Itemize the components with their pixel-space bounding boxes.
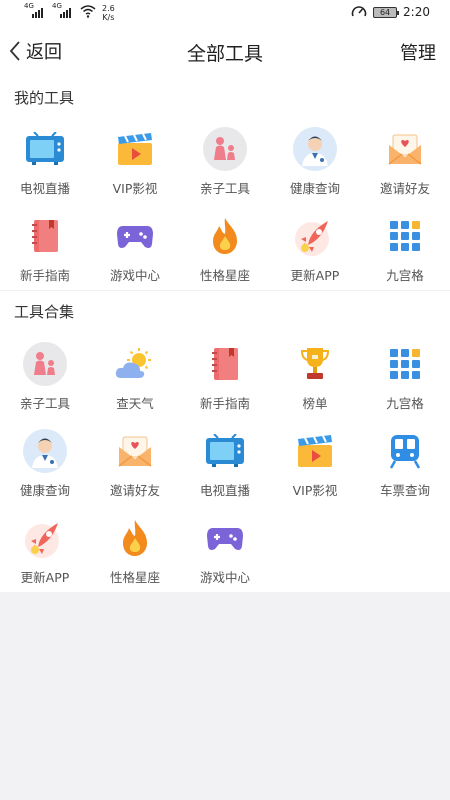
collection-tool-label: 游戏中心: [199, 570, 250, 585]
wifi-icon: [80, 5, 96, 18]
my-tool-tile[interactable]: 邀请好友: [360, 118, 450, 205]
collection-tool-tile[interactable]: 游戏中心: [180, 507, 270, 594]
my-tools-grid: 电视直播 VIP影视 亲子工具 健康查询 邀请好友新手指南 游戏中心 性格星座 更新APP 九宫…: [0, 118, 450, 292]
signal-icon: 4G: [52, 2, 76, 18]
collection-tool-tile[interactable]: 电视直播: [180, 420, 270, 507]
my-tool-tile[interactable]: 性格星座: [180, 205, 270, 292]
nav-bar: 返回 全部工具 管理: [0, 30, 450, 72]
collection-tool-label: 电视直播: [199, 483, 250, 498]
parent-child-icon: [22, 341, 68, 387]
my-tool-label: VIP影视: [112, 181, 158, 196]
my-tool-label: 性格星座: [199, 268, 250, 283]
tools-page: 4G 4G 2.6 K/s 64 2:20 返回 全部工具 管理 我的工具 电视…: [0, 0, 450, 800]
battery-icon: 64: [373, 6, 400, 18]
parent-child-icon: [202, 126, 248, 172]
collection-tool-label: 车票查询: [379, 483, 430, 498]
status-left: 4G 4G 2.6 K/s: [24, 2, 115, 22]
my-tool-label: 健康查询: [289, 181, 340, 196]
my-tool-tile[interactable]: 电视直播: [0, 118, 90, 205]
my-tool-tile[interactable]: VIP影视: [90, 118, 180, 205]
collection-tool-tile[interactable]: 新手指南: [180, 333, 270, 420]
invite-envelope-icon: [382, 126, 428, 172]
weather-icon: [112, 341, 158, 387]
collection-tool-label: 更新APP: [20, 570, 70, 585]
nine-grid-icon: [382, 213, 428, 259]
collection-tool-tile[interactable]: 性格星座: [90, 507, 180, 594]
signal-icon: 4G: [24, 2, 48, 18]
rocket-icon: [22, 515, 68, 561]
my-tool-label: 亲子工具: [199, 181, 250, 196]
collection-tool-tile[interactable]: 车票查询: [360, 420, 450, 507]
guide-book-icon: [202, 341, 248, 387]
my-tool-label: 游戏中心: [109, 268, 160, 283]
tool-collection-grid: 亲子工具 查天气 新手指南 榜单 九宫格健康查询 邀请好友 电视直播 VIP影视 车票查询更新A…: [0, 333, 450, 594]
my-tool-tile[interactable]: 更新APP: [270, 205, 360, 292]
trophy-icon: [292, 341, 338, 387]
my-tool-label: 更新APP: [290, 268, 340, 283]
train-ticket-icon: [382, 428, 428, 474]
my-tools-title: 我的工具: [14, 89, 75, 107]
collection-tool-label: 邀请好友: [109, 483, 160, 498]
collection-tool-label: 性格星座: [109, 570, 160, 585]
video-clapper-icon: [292, 428, 338, 474]
my-tool-tile[interactable]: 健康查询: [270, 118, 360, 205]
my-tool-label: 邀请好友: [379, 181, 430, 196]
invite-envelope-icon: [112, 428, 158, 474]
fire-icon: [202, 213, 248, 259]
collection-tool-tile[interactable]: 健康查询: [0, 420, 90, 507]
status-right: 64 2:20: [351, 5, 430, 19]
collection-tool-tile[interactable]: 邀请好友: [90, 420, 180, 507]
collection-tool-label: 查天气: [116, 396, 154, 411]
my-tool-tile[interactable]: 新手指南: [0, 205, 90, 292]
fire-icon: [112, 515, 158, 561]
guide-book-icon: [22, 213, 68, 259]
my-tool-tile[interactable]: 亲子工具: [180, 118, 270, 205]
collection-tool-label: 榜单: [302, 396, 328, 411]
tv-icon: [202, 428, 248, 474]
collection-tool-label: VIP影视: [292, 483, 338, 498]
manage-button[interactable]: 管理: [400, 39, 436, 65]
data-saver-icon: [351, 6, 367, 17]
network-speed: 2.6 K/s: [102, 4, 115, 22]
tv-icon: [22, 126, 68, 172]
video-clapper-icon: [112, 126, 158, 172]
my-tool-label: 电视直播: [19, 181, 70, 196]
collection-tool-label: 九宫格: [386, 396, 424, 411]
collection-tool-tile[interactable]: 查天气: [90, 333, 180, 420]
collection-tool-tile[interactable]: 榜单: [270, 333, 360, 420]
gamepad-icon: [112, 213, 158, 259]
page-title: 全部工具: [186, 43, 263, 65]
collection-tool-tile[interactable]: 更新APP: [0, 507, 90, 594]
nine-grid-icon: [382, 341, 428, 387]
collection-tool-label: 新手指南: [199, 396, 250, 411]
my-tool-tile[interactable]: 游戏中心: [90, 205, 180, 292]
collection-tool-tile[interactable]: 亲子工具: [0, 333, 90, 420]
my-tool-label: 九宫格: [386, 268, 424, 283]
doctor-icon: [22, 428, 68, 474]
gamepad-icon: [202, 515, 248, 561]
clock: 2:20: [403, 5, 430, 19]
my-tool-tile[interactable]: 九宫格: [360, 205, 450, 292]
speed-value: 2.6: [102, 4, 115, 13]
collection-tool-label: 健康查询: [19, 483, 70, 498]
doctor-icon: [292, 126, 338, 172]
rocket-icon: [292, 213, 338, 259]
section-divider: [0, 290, 450, 291]
collection-tool-tile[interactable]: 九宫格: [360, 333, 450, 420]
my-tool-label: 新手指南: [19, 268, 70, 283]
speed-unit: K/s: [102, 13, 115, 22]
status-bar: 4G 4G 2.6 K/s 64 2:20: [0, 0, 450, 26]
tool-collection-title: 工具合集: [14, 303, 75, 321]
collection-tool-label: 亲子工具: [19, 396, 70, 411]
collection-tool-tile[interactable]: VIP影视: [270, 420, 360, 507]
